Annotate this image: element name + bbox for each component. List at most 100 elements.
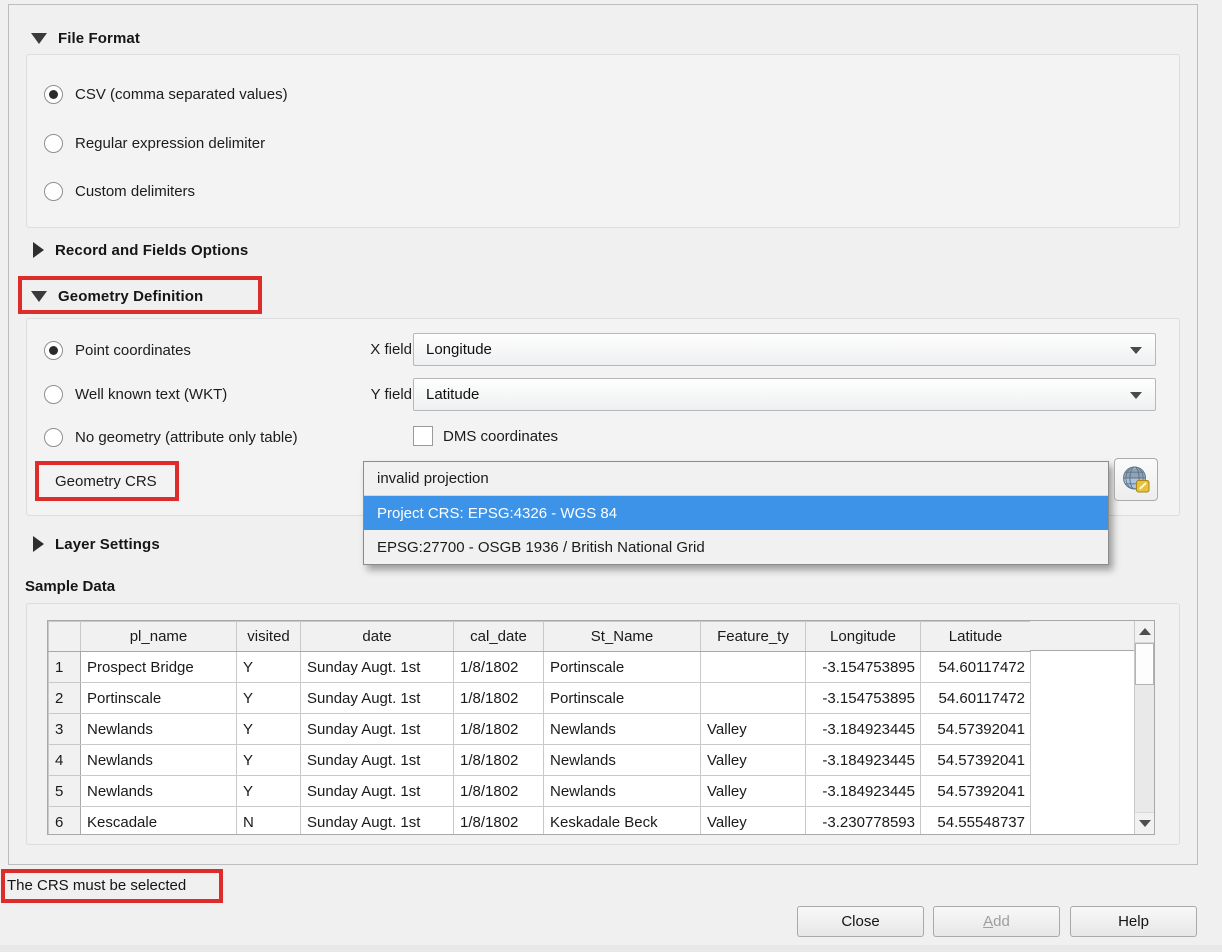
header-filler <box>1030 621 1135 651</box>
checkbox-label: DMS coordinates <box>443 428 558 445</box>
column-header: pl_name <box>81 622 237 652</box>
cell: Sunday Augt. 1st <box>301 714 454 745</box>
cell: Valley <box>701 745 806 776</box>
select-crs-button[interactable] <box>1114 458 1158 501</box>
cell: 1/8/1802 <box>454 652 544 683</box>
y-field-label: Y field <box>340 385 412 405</box>
radio-button[interactable] <box>44 134 63 153</box>
radio-custom-delimiters[interactable]: Custom delimiters <box>44 181 195 201</box>
scroll-down-button[interactable] <box>1135 812 1154 834</box>
section-header-geometry-definition[interactable]: Geometry Definition <box>31 285 203 307</box>
globe-crs-icon <box>1121 465 1151 494</box>
cell <box>701 652 806 683</box>
cell: 1/8/1802 <box>454 776 544 807</box>
x-field-label: X field <box>340 340 412 360</box>
cell: 54.55548737 <box>921 807 1031 836</box>
x-field-combobox[interactable]: Longitude <box>413 333 1156 366</box>
checkbox-unchecked[interactable] <box>413 426 433 446</box>
chevron-down-icon <box>1130 392 1142 399</box>
delimited-text-layer-dialog: File Format CSV (comma separated values)… <box>0 0 1222 952</box>
vertical-scrollbar[interactable] <box>1134 621 1154 834</box>
crs-option-project-crs[interactable]: Project CRS: EPSG:4326 - WGS 84 <box>364 496 1108 530</box>
button-label-accelerator: A <box>983 913 993 930</box>
arrow-down-icon <box>1139 820 1151 827</box>
dms-coordinates-checkbox-row[interactable]: DMS coordinates <box>413 426 558 446</box>
cell: Sunday Augt. 1st <box>301 776 454 807</box>
radio-no-geometry[interactable]: No geometry (attribute only table) <box>44 427 298 447</box>
cell: Prospect Bridge <box>81 652 237 683</box>
section-header-record-fields[interactable]: Record and Fields Options <box>33 239 248 261</box>
status-message: The CRS must be selected <box>7 877 186 894</box>
section-title: Layer Settings <box>55 536 160 553</box>
radio-point-coordinates[interactable]: Point coordinates <box>44 340 191 360</box>
cell: 1/8/1802 <box>454 714 544 745</box>
cell: Y <box>237 683 301 714</box>
close-button[interactable]: Close <box>797 906 924 937</box>
add-button[interactable]: Add <box>933 906 1060 937</box>
cell: Valley <box>701 714 806 745</box>
row-number-header <box>49 622 81 652</box>
cell: Portinscale <box>544 683 701 714</box>
collapse-collapsed-icon <box>33 242 44 258</box>
table-row: 2 Portinscale Y Sunday Augt. 1st 1/8/180… <box>49 683 1031 714</box>
geometry-crs-label: Geometry CRS <box>55 472 175 492</box>
cell: Newlands <box>544 745 701 776</box>
radio-button[interactable] <box>44 385 63 404</box>
cell: Valley <box>701 776 806 807</box>
cell: Portinscale <box>544 652 701 683</box>
help-button[interactable]: Help <box>1070 906 1197 937</box>
scrollbar-thumb[interactable] <box>1135 643 1154 685</box>
combobox-value: Latitude <box>426 386 479 403</box>
cell: 1/8/1802 <box>454 683 544 714</box>
table-row: 5 Newlands Y Sunday Augt. 1st 1/8/1802 N… <box>49 776 1031 807</box>
table-row: 3 Newlands Y Sunday Augt. 1st 1/8/1802 N… <box>49 714 1031 745</box>
cell: 54.57392041 <box>921 714 1031 745</box>
section-header-layer-settings[interactable]: Layer Settings <box>33 533 160 555</box>
cell: Sunday Augt. 1st <box>301 652 454 683</box>
radio-label: CSV (comma separated values) <box>75 86 288 103</box>
cell: Keskadale Beck <box>544 807 701 836</box>
cell: Newlands <box>81 714 237 745</box>
cell: 1/8/1802 <box>454 745 544 776</box>
section-title: File Format <box>58 30 140 47</box>
radio-button-selected[interactable] <box>44 341 63 360</box>
section-header-file-format[interactable]: File Format <box>31 27 140 49</box>
cell: 54.57392041 <box>921 776 1031 807</box>
crs-option-epsg-27700[interactable]: EPSG:27700 - OSGB 1936 / British Nationa… <box>364 530 1108 564</box>
table-header-row: pl_name visited date cal_date St_Name Fe… <box>49 622 1031 652</box>
radio-button[interactable] <box>44 428 63 447</box>
column-header: cal_date <box>454 622 544 652</box>
arrow-up-icon <box>1139 628 1151 635</box>
cell: 1/8/1802 <box>454 807 544 836</box>
radio-regexp-delimiter[interactable]: Regular expression delimiter <box>44 133 265 153</box>
crs-combobox-current-value[interactable]: invalid projection <box>364 462 1108 496</box>
radio-label: Point coordinates <box>75 342 191 359</box>
cell: Sunday Augt. 1st <box>301 807 454 836</box>
y-field-combobox[interactable]: Latitude <box>413 378 1156 411</box>
window-bottom-edge <box>0 945 1222 952</box>
column-header: St_Name <box>544 622 701 652</box>
scrollbar-track[interactable] <box>1135 685 1154 812</box>
scroll-up-button[interactable] <box>1135 621 1154 643</box>
section-title: Record and Fields Options <box>55 242 248 259</box>
cell: 54.57392041 <box>921 745 1031 776</box>
row-number-cell: 1 <box>49 652 81 683</box>
sample-data-title: Sample Data <box>25 578 115 595</box>
column-header: date <box>301 622 454 652</box>
radio-button[interactable] <box>44 182 63 201</box>
cell: Sunday Augt. 1st <box>301 683 454 714</box>
cell: Newlands <box>81 776 237 807</box>
radio-csv[interactable]: CSV (comma separated values) <box>44 84 288 104</box>
radio-button-selected[interactable] <box>44 85 63 104</box>
cell: Newlands <box>544 714 701 745</box>
button-label: Help <box>1118 913 1149 930</box>
radio-wkt[interactable]: Well known text (WKT) <box>44 384 227 404</box>
cell: -3.154753895 <box>806 683 921 714</box>
cell: -3.154753895 <box>806 652 921 683</box>
row-number-cell: 2 <box>49 683 81 714</box>
cell: Sunday Augt. 1st <box>301 745 454 776</box>
cell: Y <box>237 714 301 745</box>
cell: Y <box>237 745 301 776</box>
cell: 54.60117472 <box>921 683 1031 714</box>
section-title: Geometry Definition <box>58 288 203 305</box>
